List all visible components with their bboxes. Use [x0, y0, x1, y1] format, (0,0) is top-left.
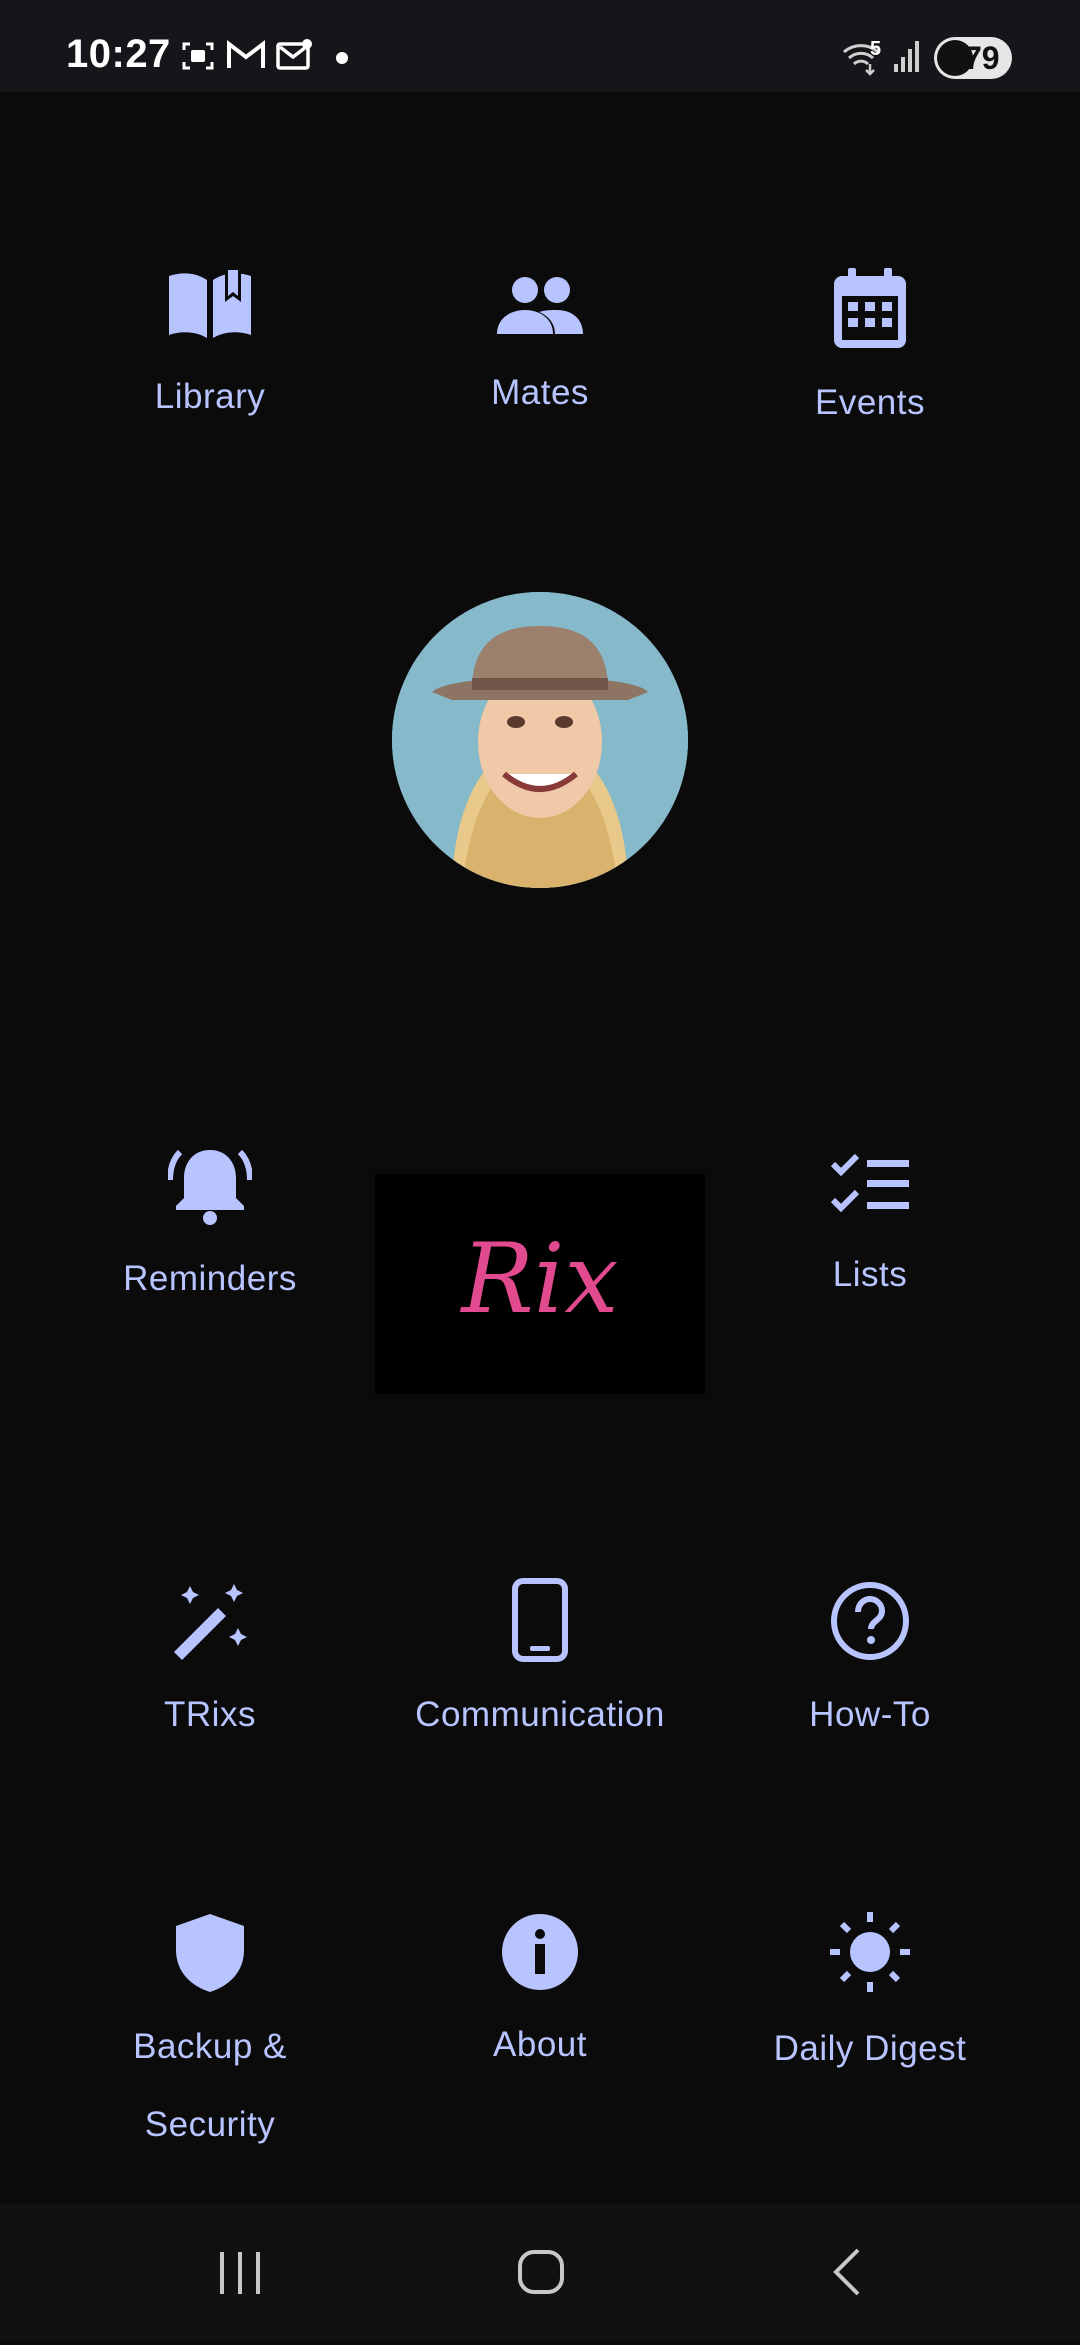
people-icon [497, 277, 583, 334]
sun-icon [830, 1912, 910, 1992]
menu-item-label: Daily Digest [773, 2029, 967, 2068]
bell-icon [168, 1149, 252, 1225]
recent-apps-button[interactable] [140, 2204, 340, 2340]
menu-item-label: Communication [415, 1695, 665, 1734]
menu-item-label: Library [154, 377, 266, 416]
menu-item-how-to[interactable]: How-To [710, 1580, 1030, 1754]
menu-item-label: Reminders [123, 1259, 297, 1298]
menu-item-communication[interactable]: Communication [380, 1578, 700, 1754]
gmail-icon [227, 39, 265, 68]
recent-apps-icon [220, 2252, 260, 2294]
menu-item-label: TRixs [164, 1695, 256, 1734]
back-button[interactable] [744, 2204, 944, 2340]
avatar[interactable] [392, 592, 688, 888]
screenshot-icon [182, 42, 214, 70]
menu-item-label: About [493, 2025, 587, 2064]
menu-item-backup-security[interactable]: Backup & Security [50, 1912, 370, 2164]
menu-item-label: Events [815, 383, 925, 422]
help-circle-icon [831, 1582, 909, 1660]
menu-item-library[interactable]: Library [50, 264, 370, 436]
notification-dot [336, 52, 348, 64]
signal-icon [894, 41, 919, 72]
status-time: 10:27 [66, 32, 171, 76]
menu-item-about[interactable]: About [380, 1912, 700, 2084]
network-label: 5 [870, 38, 882, 60]
status-bar: 10:27 5 79 [0, 0, 1080, 92]
logo-text: Rix [461, 1223, 619, 1335]
menu-item-events[interactable]: Events [710, 268, 1030, 442]
back-icon [833, 2248, 860, 2296]
mail-icon [276, 39, 312, 70]
home-icon [518, 2250, 564, 2294]
menu-item-label: Backup & Security [133, 2027, 287, 2144]
calendar-icon [834, 268, 906, 348]
rix-logo: Rix [375, 1174, 705, 1394]
system-nav-bar [0, 2204, 1080, 2340]
checklist-icon [830, 1153, 909, 1213]
menu-item-label: Mates [491, 373, 589, 412]
menu-item-reminders[interactable]: Reminders [50, 1144, 370, 1318]
home-button[interactable] [440, 2204, 640, 2340]
avatar-image [392, 592, 688, 888]
info-icon [502, 1914, 578, 1990]
menu-item-label: Lists [832, 1255, 908, 1294]
menu-item-trixs[interactable]: TRixs [50, 1580, 370, 1754]
menu-item-label: How-To [809, 1695, 931, 1734]
menu-item-daily-digest[interactable]: Daily Digest [710, 1908, 1030, 2088]
battery-level: 79 [964, 40, 1000, 76]
book-open-icon [169, 268, 251, 338]
menu-item-lists[interactable]: Lists [710, 1150, 1030, 1314]
menu-item-mates[interactable]: Mates [380, 270, 700, 432]
phone-icon [512, 1578, 568, 1662]
shield-icon [176, 1914, 244, 1992]
battery-indicator: 79 [934, 37, 1012, 79]
magic-wand-icon [174, 1584, 247, 1660]
